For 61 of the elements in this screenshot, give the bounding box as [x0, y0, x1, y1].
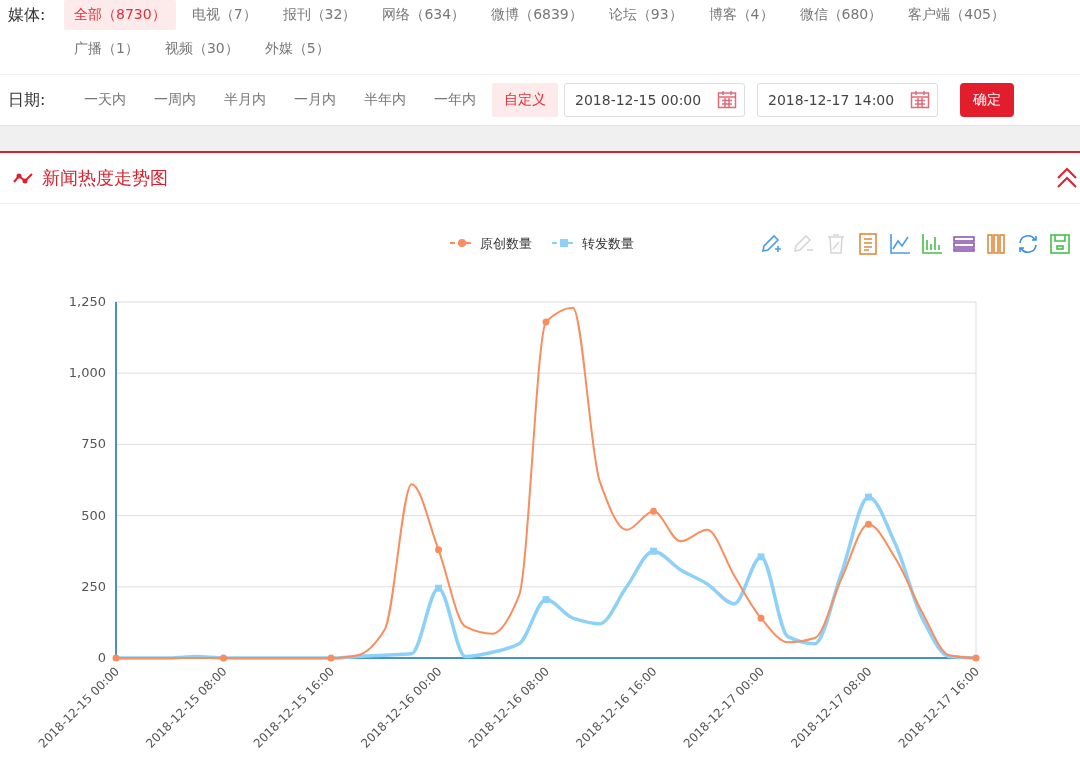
- save-icon[interactable]: [1050, 234, 1070, 254]
- stacked-bars-icon[interactable]: [953, 236, 975, 252]
- media-option[interactable]: 微信（680）: [789, 0, 893, 30]
- line-chart-icon[interactable]: [890, 233, 911, 254]
- date-option[interactable]: 一月内: [282, 83, 348, 117]
- data-point: [650, 507, 657, 515]
- date-field[interactable]: 2018-12-15 00:00: [564, 83, 745, 117]
- confirm-button[interactable]: 确定: [960, 83, 1014, 117]
- media-option[interactable]: 网络（634）: [372, 0, 476, 30]
- date-option[interactable]: 半月内: [212, 83, 278, 117]
- collapse-button[interactable]: [1056, 166, 1078, 190]
- data-point: [542, 596, 550, 604]
- data-point: [435, 584, 442, 592]
- media-option[interactable]: 论坛（93）: [598, 0, 693, 30]
- media-option[interactable]: 广播（1）: [64, 34, 149, 64]
- media-option[interactable]: 报刊（32）: [272, 0, 367, 30]
- axis-label: 1,250: [68, 294, 106, 309]
- data-point: [972, 654, 980, 662]
- data-point: [757, 553, 765, 561]
- media-option[interactable]: 全部（8730）: [64, 0, 176, 30]
- panel-title: 新闻热度走势图: [42, 166, 168, 190]
- axis-label: 750: [81, 436, 106, 452]
- filter-label: 媒体:: [8, 4, 47, 26]
- date-option[interactable]: 自定义: [492, 83, 558, 117]
- data-point: [327, 654, 335, 662]
- axis-label: 500: [81, 507, 106, 523]
- refresh-icon[interactable]: [1019, 235, 1037, 253]
- date-field[interactable]: 2018-12-17 14:00: [757, 83, 938, 117]
- data-point: [650, 547, 657, 555]
- axis-label: 250: [81, 578, 106, 594]
- trend-icon: [12, 171, 34, 185]
- media-option[interactable]: 客户端（405）: [898, 0, 1015, 30]
- date-option[interactable]: 半年内: [352, 83, 418, 117]
- date-option[interactable]: 一周内: [142, 83, 208, 117]
- axis-label: 0: [97, 650, 106, 665]
- media-option[interactable]: 电视（7）: [181, 0, 267, 30]
- calendar-icon[interactable]: [717, 90, 737, 109]
- filter-label: 日期:: [8, 89, 47, 111]
- pencil-plus-icon[interactable]: [762, 234, 782, 253]
- calendar-icon[interactable]: [910, 90, 930, 109]
- legend-item[interactable]: 转发数量: [551, 236, 634, 251]
- media-option[interactable]: 视频（30）: [154, 34, 249, 64]
- data-point: [865, 493, 872, 501]
- legend-label: 原创数量: [480, 236, 532, 251]
- legend-label: 转发数量: [582, 236, 634, 251]
- data-point: [220, 654, 227, 662]
- media-option[interactable]: 微博（6839）: [481, 0, 593, 30]
- data-point: [757, 614, 765, 622]
- axis-label: 1,000: [68, 365, 106, 381]
- data-point: [435, 546, 442, 554]
- document-icon[interactable]: [859, 233, 877, 255]
- data-point: [865, 520, 872, 528]
- date-option[interactable]: 一年内: [422, 83, 488, 117]
- legend-item[interactable]: 原创数量: [449, 236, 532, 251]
- data-point: [112, 654, 120, 662]
- bar-chart-icon[interactable]: [922, 233, 943, 254]
- date-option[interactable]: 一天内: [72, 83, 138, 117]
- columns-icon[interactable]: [987, 234, 1005, 254]
- media-option[interactable]: 博客（4）: [698, 0, 784, 30]
- data-point: [542, 318, 550, 326]
- media-option[interactable]: 外媒（5）: [254, 34, 340, 64]
